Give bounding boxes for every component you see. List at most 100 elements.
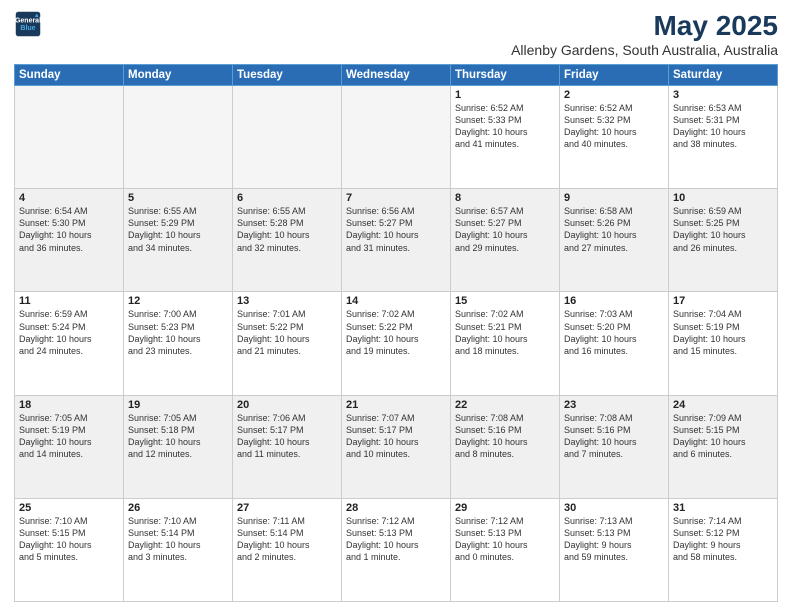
header-sunday: Sunday (15, 65, 124, 86)
day-number: 16 (564, 295, 664, 307)
day-info: Sunrise: 6:59 AM Sunset: 5:25 PM Dayligh… (673, 205, 773, 254)
calendar-cell: 14Sunrise: 7:02 AM Sunset: 5:22 PM Dayli… (342, 292, 451, 395)
calendar-cell: 11Sunrise: 6:59 AM Sunset: 5:24 PM Dayli… (15, 292, 124, 395)
day-info: Sunrise: 7:00 AM Sunset: 5:23 PM Dayligh… (128, 308, 228, 357)
main-title: May 2025 (511, 10, 778, 42)
day-info: Sunrise: 7:10 AM Sunset: 5:15 PM Dayligh… (19, 515, 119, 564)
header-monday: Monday (124, 65, 233, 86)
day-info: Sunrise: 7:08 AM Sunset: 5:16 PM Dayligh… (564, 412, 664, 461)
day-info: Sunrise: 6:55 AM Sunset: 5:28 PM Dayligh… (237, 205, 337, 254)
day-number: 10 (673, 192, 773, 204)
calendar-cell: 26Sunrise: 7:10 AM Sunset: 5:14 PM Dayli… (124, 498, 233, 601)
day-number: 24 (673, 399, 773, 411)
day-info: Sunrise: 7:10 AM Sunset: 5:14 PM Dayligh… (128, 515, 228, 564)
day-number: 5 (128, 192, 228, 204)
day-info: Sunrise: 7:09 AM Sunset: 5:15 PM Dayligh… (673, 412, 773, 461)
day-number: 8 (455, 192, 555, 204)
day-info: Sunrise: 6:57 AM Sunset: 5:27 PM Dayligh… (455, 205, 555, 254)
subtitle: Allenby Gardens, South Australia, Austra… (511, 42, 778, 58)
calendar-cell: 7Sunrise: 6:56 AM Sunset: 5:27 PM Daylig… (342, 189, 451, 292)
logo-icon: General Blue (14, 10, 42, 38)
day-info: Sunrise: 6:56 AM Sunset: 5:27 PM Dayligh… (346, 205, 446, 254)
day-number: 4 (19, 192, 119, 204)
day-number: 27 (237, 502, 337, 514)
page: General Blue May 2025 Allenby Gardens, S… (0, 0, 792, 612)
calendar-cell (342, 86, 451, 189)
day-info: Sunrise: 7:02 AM Sunset: 5:22 PM Dayligh… (346, 308, 446, 357)
calendar-cell: 18Sunrise: 7:05 AM Sunset: 5:19 PM Dayli… (15, 395, 124, 498)
day-number: 20 (237, 399, 337, 411)
calendar-cell: 17Sunrise: 7:04 AM Sunset: 5:19 PM Dayli… (669, 292, 778, 395)
title-block: May 2025 Allenby Gardens, South Australi… (511, 10, 778, 58)
header-tuesday: Tuesday (233, 65, 342, 86)
day-number: 29 (455, 502, 555, 514)
calendar-cell: 13Sunrise: 7:01 AM Sunset: 5:22 PM Dayli… (233, 292, 342, 395)
svg-text:Blue: Blue (20, 25, 35, 32)
day-number: 12 (128, 295, 228, 307)
calendar-cell (124, 86, 233, 189)
day-info: Sunrise: 7:02 AM Sunset: 5:21 PM Dayligh… (455, 308, 555, 357)
day-info: Sunrise: 7:05 AM Sunset: 5:18 PM Dayligh… (128, 412, 228, 461)
calendar-cell: 9Sunrise: 6:58 AM Sunset: 5:26 PM Daylig… (560, 189, 669, 292)
day-info: Sunrise: 6:58 AM Sunset: 5:26 PM Dayligh… (564, 205, 664, 254)
calendar-cell: 23Sunrise: 7:08 AM Sunset: 5:16 PM Dayli… (560, 395, 669, 498)
day-info: Sunrise: 7:12 AM Sunset: 5:13 PM Dayligh… (455, 515, 555, 564)
svg-text:General: General (15, 17, 41, 24)
calendar-cell: 21Sunrise: 7:07 AM Sunset: 5:17 PM Dayli… (342, 395, 451, 498)
day-number: 21 (346, 399, 446, 411)
day-info: Sunrise: 7:14 AM Sunset: 5:12 PM Dayligh… (673, 515, 773, 564)
header-wednesday: Wednesday (342, 65, 451, 86)
day-number: 19 (128, 399, 228, 411)
day-number: 7 (346, 192, 446, 204)
day-info: Sunrise: 7:01 AM Sunset: 5:22 PM Dayligh… (237, 308, 337, 357)
logo: General Blue (14, 10, 42, 38)
calendar-cell: 2Sunrise: 6:52 AM Sunset: 5:32 PM Daylig… (560, 86, 669, 189)
calendar-cell: 6Sunrise: 6:55 AM Sunset: 5:28 PM Daylig… (233, 189, 342, 292)
day-number: 30 (564, 502, 664, 514)
day-number: 31 (673, 502, 773, 514)
day-info: Sunrise: 6:52 AM Sunset: 5:32 PM Dayligh… (564, 102, 664, 151)
day-info: Sunrise: 7:11 AM Sunset: 5:14 PM Dayligh… (237, 515, 337, 564)
header-saturday: Saturday (669, 65, 778, 86)
day-info: Sunrise: 7:04 AM Sunset: 5:19 PM Dayligh… (673, 308, 773, 357)
calendar-cell: 20Sunrise: 7:06 AM Sunset: 5:17 PM Dayli… (233, 395, 342, 498)
day-number: 2 (564, 89, 664, 101)
week-row-3: 11Sunrise: 6:59 AM Sunset: 5:24 PM Dayli… (15, 292, 778, 395)
calendar-table: Sunday Monday Tuesday Wednesday Thursday… (14, 64, 778, 602)
day-info: Sunrise: 7:06 AM Sunset: 5:17 PM Dayligh… (237, 412, 337, 461)
day-number: 11 (19, 295, 119, 307)
calendar-cell: 27Sunrise: 7:11 AM Sunset: 5:14 PM Dayli… (233, 498, 342, 601)
calendar-cell: 3Sunrise: 6:53 AM Sunset: 5:31 PM Daylig… (669, 86, 778, 189)
day-number: 14 (346, 295, 446, 307)
calendar-cell: 12Sunrise: 7:00 AM Sunset: 5:23 PM Dayli… (124, 292, 233, 395)
day-number: 13 (237, 295, 337, 307)
day-number: 17 (673, 295, 773, 307)
calendar-cell: 19Sunrise: 7:05 AM Sunset: 5:18 PM Dayli… (124, 395, 233, 498)
day-number: 3 (673, 89, 773, 101)
week-row-2: 4Sunrise: 6:54 AM Sunset: 5:30 PM Daylig… (15, 189, 778, 292)
calendar-cell: 15Sunrise: 7:02 AM Sunset: 5:21 PM Dayli… (451, 292, 560, 395)
calendar-cell: 4Sunrise: 6:54 AM Sunset: 5:30 PM Daylig… (15, 189, 124, 292)
day-number: 18 (19, 399, 119, 411)
day-number: 22 (455, 399, 555, 411)
calendar-cell: 8Sunrise: 6:57 AM Sunset: 5:27 PM Daylig… (451, 189, 560, 292)
calendar-cell: 10Sunrise: 6:59 AM Sunset: 5:25 PM Dayli… (669, 189, 778, 292)
days-header-row: Sunday Monday Tuesday Wednesday Thursday… (15, 65, 778, 86)
day-number: 26 (128, 502, 228, 514)
calendar-cell (15, 86, 124, 189)
day-info: Sunrise: 6:52 AM Sunset: 5:33 PM Dayligh… (455, 102, 555, 151)
calendar-cell (233, 86, 342, 189)
calendar-cell: 5Sunrise: 6:55 AM Sunset: 5:29 PM Daylig… (124, 189, 233, 292)
calendar-cell: 24Sunrise: 7:09 AM Sunset: 5:15 PM Dayli… (669, 395, 778, 498)
day-info: Sunrise: 7:12 AM Sunset: 5:13 PM Dayligh… (346, 515, 446, 564)
day-info: Sunrise: 6:59 AM Sunset: 5:24 PM Dayligh… (19, 308, 119, 357)
day-number: 28 (346, 502, 446, 514)
day-info: Sunrise: 6:55 AM Sunset: 5:29 PM Dayligh… (128, 205, 228, 254)
week-row-4: 18Sunrise: 7:05 AM Sunset: 5:19 PM Dayli… (15, 395, 778, 498)
day-info: Sunrise: 7:08 AM Sunset: 5:16 PM Dayligh… (455, 412, 555, 461)
calendar-cell: 22Sunrise: 7:08 AM Sunset: 5:16 PM Dayli… (451, 395, 560, 498)
calendar-cell: 16Sunrise: 7:03 AM Sunset: 5:20 PM Dayli… (560, 292, 669, 395)
day-info: Sunrise: 7:03 AM Sunset: 5:20 PM Dayligh… (564, 308, 664, 357)
week-row-5: 25Sunrise: 7:10 AM Sunset: 5:15 PM Dayli… (15, 498, 778, 601)
calendar-cell: 30Sunrise: 7:13 AM Sunset: 5:13 PM Dayli… (560, 498, 669, 601)
